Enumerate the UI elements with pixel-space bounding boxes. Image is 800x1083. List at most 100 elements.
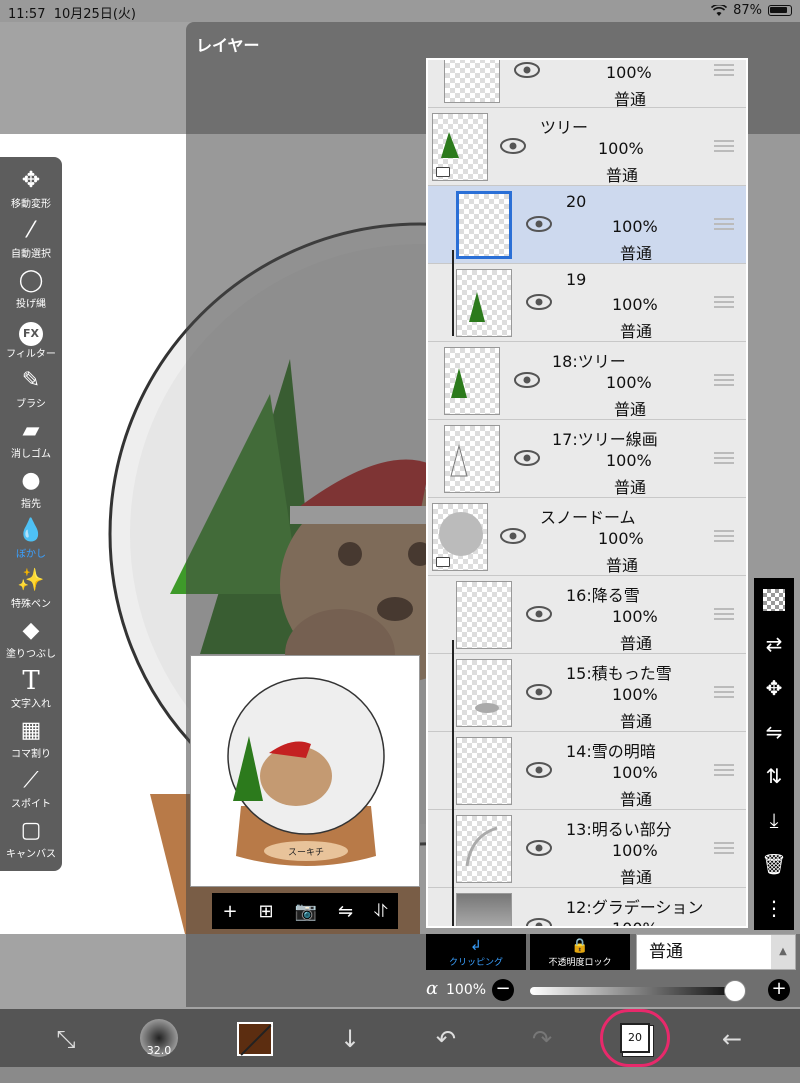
eye-icon[interactable] [500, 528, 526, 544]
layer-row[interactable]: 15:積もった雪 100% 普通 [428, 654, 746, 732]
eye-icon[interactable] [514, 450, 540, 466]
arrow-left-icon: ← [721, 1025, 743, 1053]
back-button[interactable]: ← [710, 1017, 754, 1061]
tool-text[interactable]: T 文字入れ [0, 667, 62, 717]
color-swatch-button[interactable] [237, 1022, 273, 1056]
layer-row[interactable]: 12:グラデーション 100% [428, 888, 746, 928]
more-options-button[interactable]: ⋮ [754, 888, 794, 928]
transparent-layer-button[interactable] [754, 580, 794, 620]
drag-handle-icon[interactable] [714, 140, 734, 152]
layer-opacity: 100% [612, 685, 658, 704]
opacity-slider-knob[interactable] [724, 980, 746, 1002]
delete-layer-button[interactable]: 🗑 [754, 844, 794, 884]
layer-row-folder[interactable]: ツリー 100% 普通 [428, 108, 746, 186]
canvas-preview[interactable]: スーキチ [190, 655, 420, 887]
drag-handle-icon[interactable] [714, 842, 734, 854]
tool-eyedropper[interactable]: ⟋ スポイト [0, 767, 62, 817]
highlight-circle [600, 1009, 670, 1067]
undo-button[interactable]: ↶ [424, 1017, 468, 1061]
drag-handle-icon[interactable] [714, 764, 734, 776]
add-layer-box-icon[interactable]: ⊞ [259, 901, 274, 922]
layer-row[interactable]: 14:雪の明暗 100% 普通 [428, 732, 746, 810]
opacity-slider[interactable] [530, 980, 746, 1002]
tool-brush[interactable]: ✎ ブラシ [0, 367, 62, 417]
tool-frame-divider[interactable]: ▦ コマ割り [0, 717, 62, 767]
layer-blend: 普通 [606, 556, 639, 575]
flip-icon[interactable]: ⇋ [338, 901, 353, 922]
layer-blend: 普通 [614, 90, 647, 109]
layer-name: スノードーム [540, 508, 636, 527]
tool-palette: ✥ 移動変形 ⁄ 自動選択 ◯ 投げ縄 FX フィルター ✎ ブラシ ▰ 消しゴ… [0, 157, 62, 871]
import-button[interactable]: ↓ [328, 1017, 372, 1061]
layer-blend: 普通 [614, 400, 647, 419]
more-vertical-icon: ⋮ [764, 896, 784, 920]
layer-thumbnail [456, 269, 512, 337]
layer-blend: 普通 [620, 244, 653, 263]
tool-special-pen[interactable]: ✨ 特殊ペン [0, 567, 62, 617]
layer-thumbnail [432, 113, 488, 181]
tool-filter[interactable]: FX フィルター [0, 317, 62, 367]
tool-lasso[interactable]: ◯ 投げ縄 [0, 267, 62, 317]
flip-vertical-button[interactable]: ⇅ [754, 756, 794, 796]
merge-down-button[interactable]: ⤓ [754, 800, 794, 840]
rotate-flip-icon[interactable]: ⥯ [374, 901, 387, 922]
eye-icon[interactable] [526, 762, 552, 778]
drag-handle-icon[interactable] [714, 374, 734, 386]
eye-icon[interactable] [526, 918, 552, 928]
tool-canvas[interactable]: ▢ キャンバス [0, 817, 62, 867]
eye-icon[interactable] [526, 294, 552, 310]
layer-row[interactable]: 18:ツリー 100% 普通 [428, 342, 746, 420]
eye-icon[interactable] [526, 684, 552, 700]
battery-icon [768, 5, 792, 16]
alpha-lock-button[interactable]: 🔒 不透明度ロック [530, 934, 630, 970]
layer-row[interactable]: 19 100% 普通 [428, 264, 746, 342]
layer-row[interactable]: 100% 普通 [428, 60, 746, 109]
layer-row[interactable]: 13:明るい部分 100% 普通 [428, 810, 746, 888]
eye-icon[interactable] [500, 138, 526, 154]
layer-name: 18:ツリー [552, 352, 626, 371]
layer-row[interactable]: 16:降る雪 100% 普通 [428, 576, 746, 654]
opacity-decrease-button[interactable]: − [492, 979, 514, 1001]
eye-icon[interactable] [526, 840, 552, 856]
tool-blur[interactable]: 💧 ぼかし [0, 517, 62, 567]
redo-button[interactable]: ↷ [520, 1017, 564, 1061]
layer-blend: 普通 [620, 868, 653, 887]
status-right: 87% [711, 3, 792, 18]
drag-handle-icon[interactable] [714, 218, 734, 230]
tool-smudge[interactable]: ● 指先 [0, 467, 62, 517]
eye-icon[interactable] [526, 606, 552, 622]
swap-layer-button[interactable]: ⇄ [754, 624, 794, 664]
drag-handle-icon[interactable] [714, 64, 734, 76]
brush-size-button[interactable]: 32.0 [140, 1019, 178, 1057]
transform-button[interactable]: ⤡ [44, 1017, 88, 1061]
eye-icon[interactable] [526, 216, 552, 232]
layer-name: 17:ツリー線画 [552, 430, 658, 449]
tool-auto-select[interactable]: ⁄ 自動選択 [0, 217, 62, 267]
blend-mode-select[interactable]: 普通 ▲ [636, 934, 796, 970]
opacity-increase-button[interactable]: + [768, 979, 790, 1001]
special-pen-icon: ✨ [17, 568, 45, 593]
drag-handle-icon[interactable] [714, 608, 734, 620]
drag-handle-icon[interactable] [714, 296, 734, 308]
flip-horizontal-button[interactable]: ⇋ [754, 712, 794, 752]
layer-row-selected[interactable]: 20 100% 普通 [428, 186, 746, 264]
tool-fill[interactable]: ◆ 塗りつぶし [0, 617, 62, 667]
drag-handle-icon[interactable] [714, 452, 734, 464]
layer-list[interactable]: 100% 普通 ツリー 100% 普通 20 100% 普通 19 100% 普… [426, 58, 748, 928]
clipping-button[interactable]: ↲ クリッピング [426, 934, 526, 970]
camera-icon[interactable]: 📷 [295, 901, 317, 922]
add-layer-icon[interactable]: + [222, 901, 237, 922]
redo-icon: ↷ [531, 1025, 553, 1053]
tool-eraser[interactable]: ▰ 消しゴム [0, 417, 62, 467]
tool-move[interactable]: ✥ 移動変形 [0, 167, 62, 217]
eye-icon[interactable] [514, 372, 540, 388]
chevron-up-icon: ▲ [771, 935, 795, 969]
tree-thumb-icon [451, 368, 467, 398]
layer-row-folder[interactable]: スノードーム 100% 普通 [428, 498, 746, 576]
move-layer-button[interactable]: ✥ [754, 668, 794, 708]
drag-handle-icon[interactable] [714, 530, 734, 542]
eye-icon[interactable] [514, 62, 540, 78]
layer-row[interactable]: 17:ツリー線画 100% 普通 [428, 420, 746, 498]
drag-handle-icon[interactable] [714, 686, 734, 698]
layer-name: 14:雪の明暗 [566, 742, 656, 761]
